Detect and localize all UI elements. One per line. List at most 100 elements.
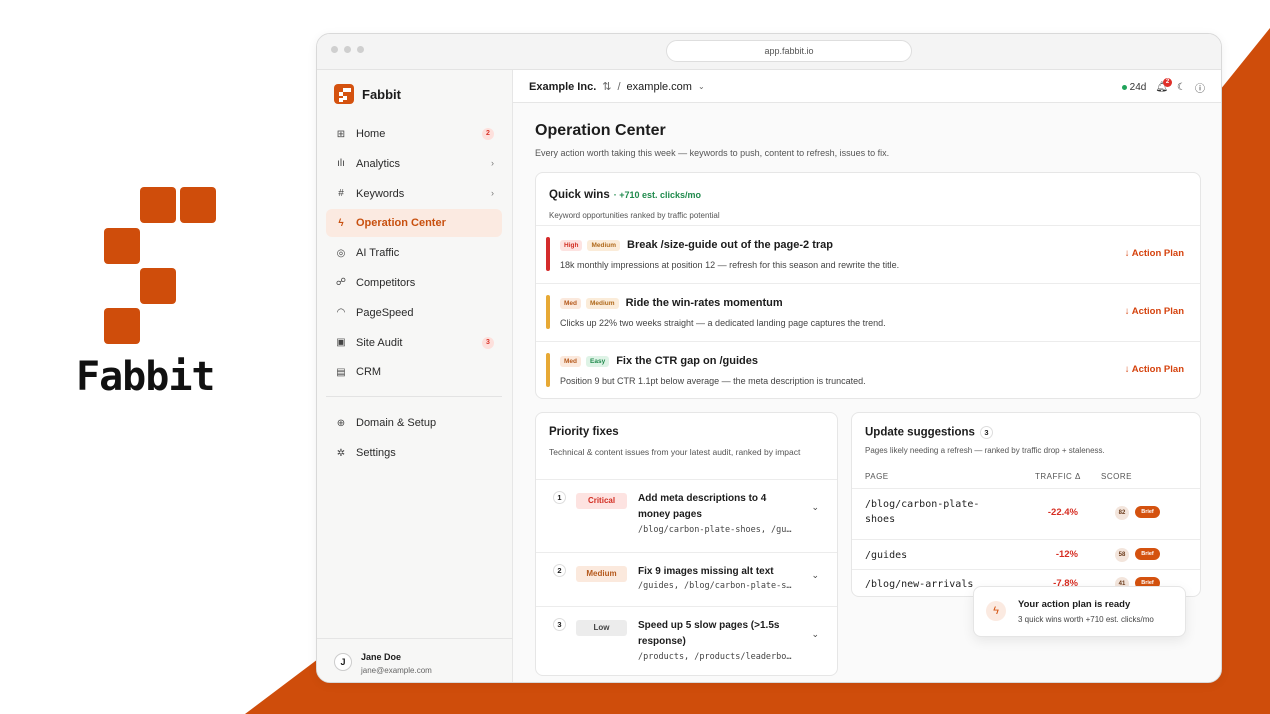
notifications-button[interactable]: 🔔︎ 2 <box>1155 78 1173 93</box>
brief-button[interactable]: Brief <box>1135 506 1160 518</box>
sidebar-item-operation-center[interactable]: ϟ Operation Center <box>326 209 502 238</box>
action-plan-button[interactable]: ↓ Action Plan <box>1125 364 1184 375</box>
quick-win-desc: Clicks up 22% two weeks straight — a ded… <box>560 318 886 328</box>
toast-subtitle: 3 quick wins worth +710 est. clicks/mo <box>1018 615 1154 624</box>
fabbit-logo-icon <box>334 84 354 104</box>
target-icon: ◎ <box>336 247 346 259</box>
breadcrumb-separator: / <box>617 80 621 93</box>
brand-logo <box>104 187 216 345</box>
effort-tag: Medium <box>586 297 619 309</box>
sidebar-item-label: Site Audit <box>356 336 403 349</box>
users-icon: ☍ <box>335 277 347 289</box>
update-suggestions-label: Update suggestions <box>865 426 975 439</box>
chevron-down-icon[interactable]: ⌄ <box>811 629 819 640</box>
page-path: /blog/carbon-plate-shoes <box>865 499 980 525</box>
sidebar-item-label: CRM <box>356 366 382 379</box>
quick-wins-card: Quick wins · +710 est. clicks/mo Keyword … <box>535 172 1201 399</box>
action-plan-button[interactable]: ↓ Action Plan <box>1125 248 1184 259</box>
topbar-actions: 24d 🔔︎ 2 ☾ ⓘ <box>1121 78 1205 95</box>
rank-number: 2 <box>553 564 566 577</box>
grid-icon: ⊞ <box>336 128 346 140</box>
sidebar-item-label: Competitors <box>356 276 416 289</box>
action-plan-button[interactable]: ↓ Action Plan <box>1125 306 1184 317</box>
switch-org-icon[interactable]: ⇅ <box>602 80 611 93</box>
priority-fixes-subtitle: Technical & content issues from your lat… <box>549 447 801 457</box>
chevron-down-icon[interactable]: ⌄ <box>811 570 819 581</box>
page-path: /guides <box>865 550 908 561</box>
sidebar-item-settings[interactable]: ✲ Settings <box>326 439 502 467</box>
priority-fixes-title: Priority fixes <box>549 426 619 438</box>
chevron-right-icon: › <box>491 157 494 168</box>
priority-fixes-card: Priority fixes Technical & content issue… <box>535 412 838 676</box>
sidebar-item-crm[interactable]: ▤ CRM <box>326 358 502 386</box>
sidebar-item-label: Domain & Setup <box>356 417 437 430</box>
quick-wins-title: Quick wins <box>549 189 610 201</box>
quick-win-row[interactable]: Med Medium Ride the win-rates momentum C… <box>536 284 1200 342</box>
quick-win-title: Break /size-guide out of the page-2 trap <box>627 239 833 251</box>
action-plan-toast[interactable]: ϟ Your action plan is ready 3 quick wins… <box>973 586 1186 637</box>
dark-mode-icon[interactable]: ☾ <box>1177 82 1186 93</box>
suggestions-count: 3 <box>979 426 993 439</box>
impact-tag: Med <box>560 355 581 367</box>
address-bar[interactable]: app.fabbit.io <box>666 40 912 62</box>
close-dot[interactable] <box>331 46 338 53</box>
priority-fix-row[interactable]: 3 Low Speed up 5 slow pages (>1.5s respo… <box>536 607 837 677</box>
update-suggestions-title: Update suggestions 3 <box>865 426 993 439</box>
status-indicator: 24d <box>1121 82 1146 93</box>
breadcrumb: Example Inc. ⇅ / example.com ⌄ <box>529 80 705 94</box>
quick-win-row[interactable]: Med Easy Fix the CTR gap on /guides Posi… <box>536 342 1200 400</box>
quick-win-tags: High Medium Break /size-guide out of the… <box>560 239 833 251</box>
help-icon[interactable]: ⓘ <box>1195 80 1205 95</box>
table-row[interactable]: /blog/carbon-plate-shoes -22.4% 82 Brief <box>852 488 1200 539</box>
score-badge: 82 <box>1115 506 1129 520</box>
bolt-icon: ϟ <box>338 217 344 229</box>
sidebar-item-pagespeed[interactable]: ◠ PageSpeed <box>326 299 502 327</box>
sidebar-nav: ⊞ Home 2 ılı Analytics › # Keywords › ϟ … <box>326 120 502 469</box>
gauge-icon: ◠ <box>336 307 346 319</box>
priority-bar <box>546 295 550 329</box>
traffic-delta: -12% <box>1055 549 1078 560</box>
status-dot-icon <box>1121 84 1127 90</box>
quick-win-tags: Med Medium Ride the win-rates momentum <box>560 297 783 309</box>
quick-win-row[interactable]: High Medium Break /size-guide out of the… <box>536 226 1200 284</box>
quick-win-title: Fix the CTR gap on /guides <box>616 355 758 367</box>
priority-fixes-header: Priority fixes Technical & content issue… <box>536 413 837 480</box>
severity-badge: Critical <box>576 493 627 509</box>
brief-button[interactable]: Brief <box>1135 548 1160 560</box>
domain-selector[interactable]: example.com <box>627 81 692 93</box>
column-header-score: SCORE <box>1101 472 1132 481</box>
fix-title: Add meta descriptions to 4 money pages <box>638 493 767 520</box>
chevron-down-icon[interactable]: ⌄ <box>698 82 705 91</box>
bolt-icon: ϟ <box>986 601 1006 621</box>
sidebar-item-ai-traffic[interactable]: ◎ AI Traffic <box>326 239 502 267</box>
sidebar-brand[interactable]: Fabbit <box>334 84 401 104</box>
sidebar-item-label: Home <box>356 128 386 140</box>
user-profile[interactable]: J Jane Doe jane@example.com <box>317 638 513 682</box>
rank-number: 1 <box>553 491 566 504</box>
id-card-icon: ▤ <box>336 366 346 378</box>
sidebar-item-site-audit[interactable]: ▣ Site Audit 3 <box>326 329 502 357</box>
sidebar-item-competitors[interactable]: ☍ Competitors <box>326 269 502 297</box>
quick-wins-header: Quick wins · +710 est. clicks/mo Keyword … <box>536 173 1200 226</box>
avatar: J <box>334 653 352 671</box>
brand-wordmark: Fabbit <box>76 354 215 400</box>
notification-count: 2 <box>1163 78 1173 87</box>
sidebar-item-home[interactable]: ⊞ Home 2 <box>326 120 502 148</box>
column-header-traffic: TRAFFIC Δ <box>1035 472 1081 481</box>
sidebar-item-domain-setup[interactable]: ⊕ Domain & Setup <box>326 409 502 437</box>
site-audit-badge: 3 <box>482 336 494 349</box>
chevron-down-icon[interactable]: ⌄ <box>811 502 819 513</box>
maximize-dot[interactable] <box>357 46 364 53</box>
hash-icon: # <box>338 188 344 200</box>
minimize-dot[interactable] <box>344 46 351 53</box>
column-header-page: PAGE <box>865 472 889 481</box>
page-title: Operation Center <box>535 122 666 139</box>
update-suggestions-subtitle: Pages likely needing a refresh — ranked … <box>865 446 1105 455</box>
sidebar-item-keywords[interactable]: # Keywords › <box>326 180 502 208</box>
priority-fix-row[interactable]: 2 Medium Fix 9 images missing alt text /… <box>536 553 837 607</box>
fix-title: Fix 9 images missing alt text <box>638 566 774 577</box>
table-row[interactable]: /guides -12% 58 Brief <box>852 539 1200 569</box>
org-name[interactable]: Example Inc. <box>529 81 596 93</box>
sidebar-item-analytics[interactable]: ılı Analytics › <box>326 150 502 178</box>
priority-fix-row[interactable]: 1 Critical Add meta descriptions to 4 mo… <box>536 480 837 553</box>
